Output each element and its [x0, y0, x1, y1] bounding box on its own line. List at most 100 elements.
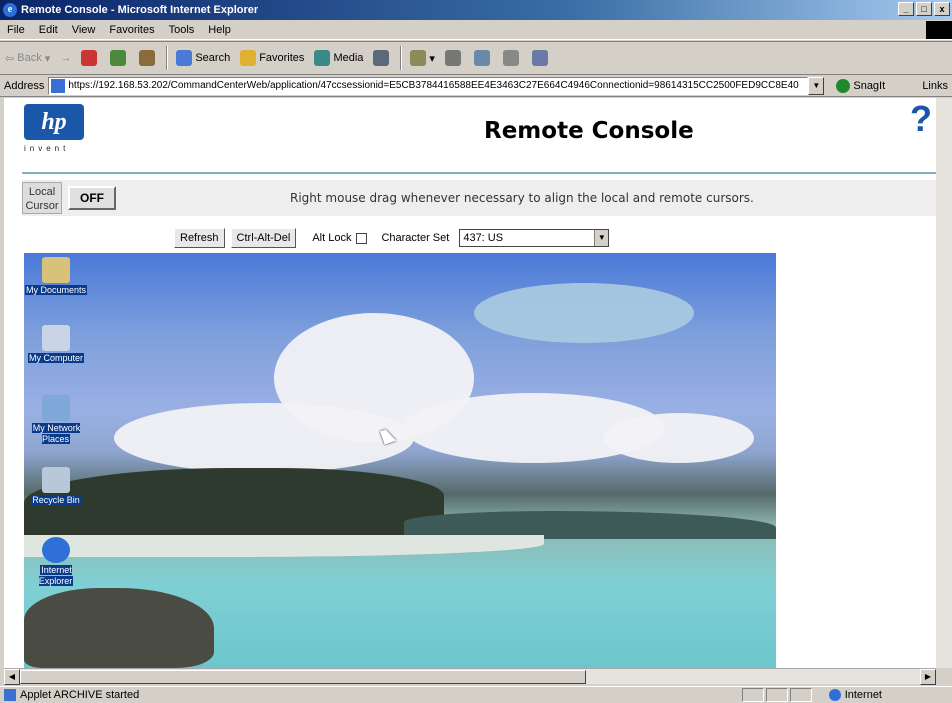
alt-lock-label: Alt Lock	[312, 232, 352, 244]
menu-tools[interactable]: Tools	[162, 24, 202, 36]
alt-lock-checkbox[interactable]	[356, 232, 368, 244]
address-bar: Address https://192.168.53.202/CommandCe…	[0, 75, 952, 97]
character-set-label: Character Set	[381, 232, 450, 244]
ie-icon: e	[3, 3, 17, 17]
console-controls: Refresh Ctrl-Alt-Del Alt Lock Character …	[174, 228, 610, 248]
print-icon	[444, 50, 461, 66]
scrollbar-thumb[interactable]	[20, 670, 586, 684]
header-divider	[22, 172, 936, 174]
windows-logo-icon	[926, 21, 952, 39]
cursor-instruction: Right mouse drag whenever necessary to a…	[290, 191, 754, 205]
local-cursor-row: Local Cursor OFF Right mouse drag whenev…	[22, 180, 936, 216]
edit-icon	[473, 50, 490, 66]
discuss-button[interactable]	[498, 43, 527, 73]
logo-tagline: invent	[24, 144, 70, 153]
home-icon	[139, 50, 156, 66]
address-dropdown-button[interactable]: ▼	[808, 76, 825, 95]
stop-button[interactable]	[76, 43, 105, 73]
page-title: Remote Console	[484, 118, 694, 144]
refresh-icon	[110, 50, 127, 66]
maximize-button[interactable]: □	[916, 2, 932, 16]
mail-icon	[410, 50, 427, 66]
messenger-icon	[531, 50, 548, 66]
snagit-icon	[836, 78, 851, 93]
menu-bar: File Edit View Favorites Tools Help	[0, 20, 952, 40]
toolbar-separator	[166, 46, 169, 70]
toolbar-separator	[400, 46, 403, 70]
search-button[interactable]: Search	[171, 43, 235, 73]
search-icon	[176, 50, 193, 66]
menu-view[interactable]: View	[65, 24, 103, 36]
address-label: Address	[4, 79, 45, 92]
hp-logo: hp	[24, 104, 84, 140]
address-input[interactable]: https://192.168.53.202/CommandCenterWeb/…	[48, 76, 809, 95]
discuss-icon	[502, 50, 519, 66]
page-header: hp invent Remote Console ?	[4, 98, 936, 170]
ctrl-alt-del-button[interactable]: Ctrl-Alt-Del	[230, 228, 297, 248]
home-button[interactable]	[134, 43, 163, 73]
media-button[interactable]: Media	[309, 43, 368, 73]
help-icon[interactable]: ?	[910, 98, 932, 140]
recycle-bin-icon	[42, 467, 70, 493]
menu-help[interactable]: Help	[201, 24, 238, 36]
favorites-icon	[240, 50, 257, 66]
stop-icon	[81, 50, 98, 66]
vertical-scrollbar[interactable]	[936, 98, 952, 668]
status-bar: Applet ARCHIVE started Internet	[0, 686, 952, 703]
desktop-icon-recycle-bin[interactable]: Recycle Bin	[24, 467, 88, 506]
history-button[interactable]	[368, 43, 397, 73]
print-button[interactable]	[440, 43, 469, 73]
character-set-select[interactable]: 437: US ▼	[459, 229, 610, 247]
beach-shape	[24, 535, 544, 557]
minimize-button[interactable]: _	[898, 2, 914, 16]
local-cursor-label: Local Cursor	[22, 182, 62, 214]
edit-button[interactable]	[469, 43, 498, 73]
window-title: Remote Console - Microsoft Internet Expl…	[21, 4, 259, 16]
character-set-value: 437: US	[463, 232, 504, 244]
desktop-icon-my-computer[interactable]: My Computer	[24, 325, 88, 364]
computer-icon	[42, 325, 70, 351]
snagit-button[interactable]: SnagIt	[836, 78, 885, 93]
messenger-button[interactable]	[527, 43, 556, 73]
menu-edit[interactable]: Edit	[32, 24, 65, 36]
mail-button[interactable]: ▾	[405, 43, 440, 73]
local-cursor-toggle[interactable]: OFF	[68, 186, 116, 210]
address-url: https://192.168.53.202/CommandCenterWeb/…	[68, 80, 799, 91]
security-zone: Internet	[828, 689, 882, 701]
browser-window: e Remote Console - Microsoft Internet Ex…	[0, 0, 952, 703]
desktop-icon-my-network-places[interactable]: My Network Places	[24, 395, 88, 445]
horizontal-scrollbar[interactable]: ◀ ▶	[4, 668, 936, 685]
page-icon	[51, 78, 66, 93]
desktop-icon-my-documents[interactable]: My Documents	[24, 257, 88, 296]
page-content: hp invent Remote Console ? Local Cursor …	[4, 98, 936, 668]
refresh-console-button[interactable]: Refresh	[174, 228, 225, 248]
back-button[interactable]: ⇦ Back ▾	[0, 43, 55, 73]
status-text: Applet ARCHIVE started	[20, 689, 140, 701]
history-icon	[373, 50, 390, 66]
title-bar: e Remote Console - Microsoft Internet Ex…	[0, 0, 952, 20]
favorites-button[interactable]: Favorites	[235, 43, 309, 73]
menu-file[interactable]: File	[0, 24, 32, 36]
close-button[interactable]: x	[934, 2, 950, 16]
media-icon	[314, 50, 331, 66]
globe-icon	[828, 689, 841, 701]
rock-shape	[24, 588, 214, 668]
chevron-down-icon: ▼	[594, 230, 609, 246]
menu-favorites[interactable]: Favorites	[102, 24, 161, 36]
status-panes	[742, 688, 812, 702]
network-icon	[42, 395, 70, 421]
remote-desktop[interactable]: My Documents My Computer My Network Plac…	[24, 253, 776, 668]
scroll-right-button[interactable]: ▶	[920, 669, 936, 685]
cloud-shape	[604, 413, 754, 463]
scroll-left-button[interactable]: ◀	[4, 669, 20, 685]
links-button[interactable]: Links	[922, 80, 948, 92]
ie-icon	[42, 537, 70, 563]
refresh-button[interactable]	[105, 43, 134, 73]
toolbar: ⇦ Back ▾ → Search Favorites Media ▾	[0, 41, 952, 75]
forward-button[interactable]: →	[55, 43, 76, 73]
folder-icon	[42, 257, 70, 283]
cloud-shape	[474, 283, 694, 343]
back-arrow-icon: ⇦	[5, 52, 18, 65]
desktop-icon-internet-explorer[interactable]: Internet Explorer	[24, 537, 88, 587]
applet-icon	[4, 689, 16, 701]
